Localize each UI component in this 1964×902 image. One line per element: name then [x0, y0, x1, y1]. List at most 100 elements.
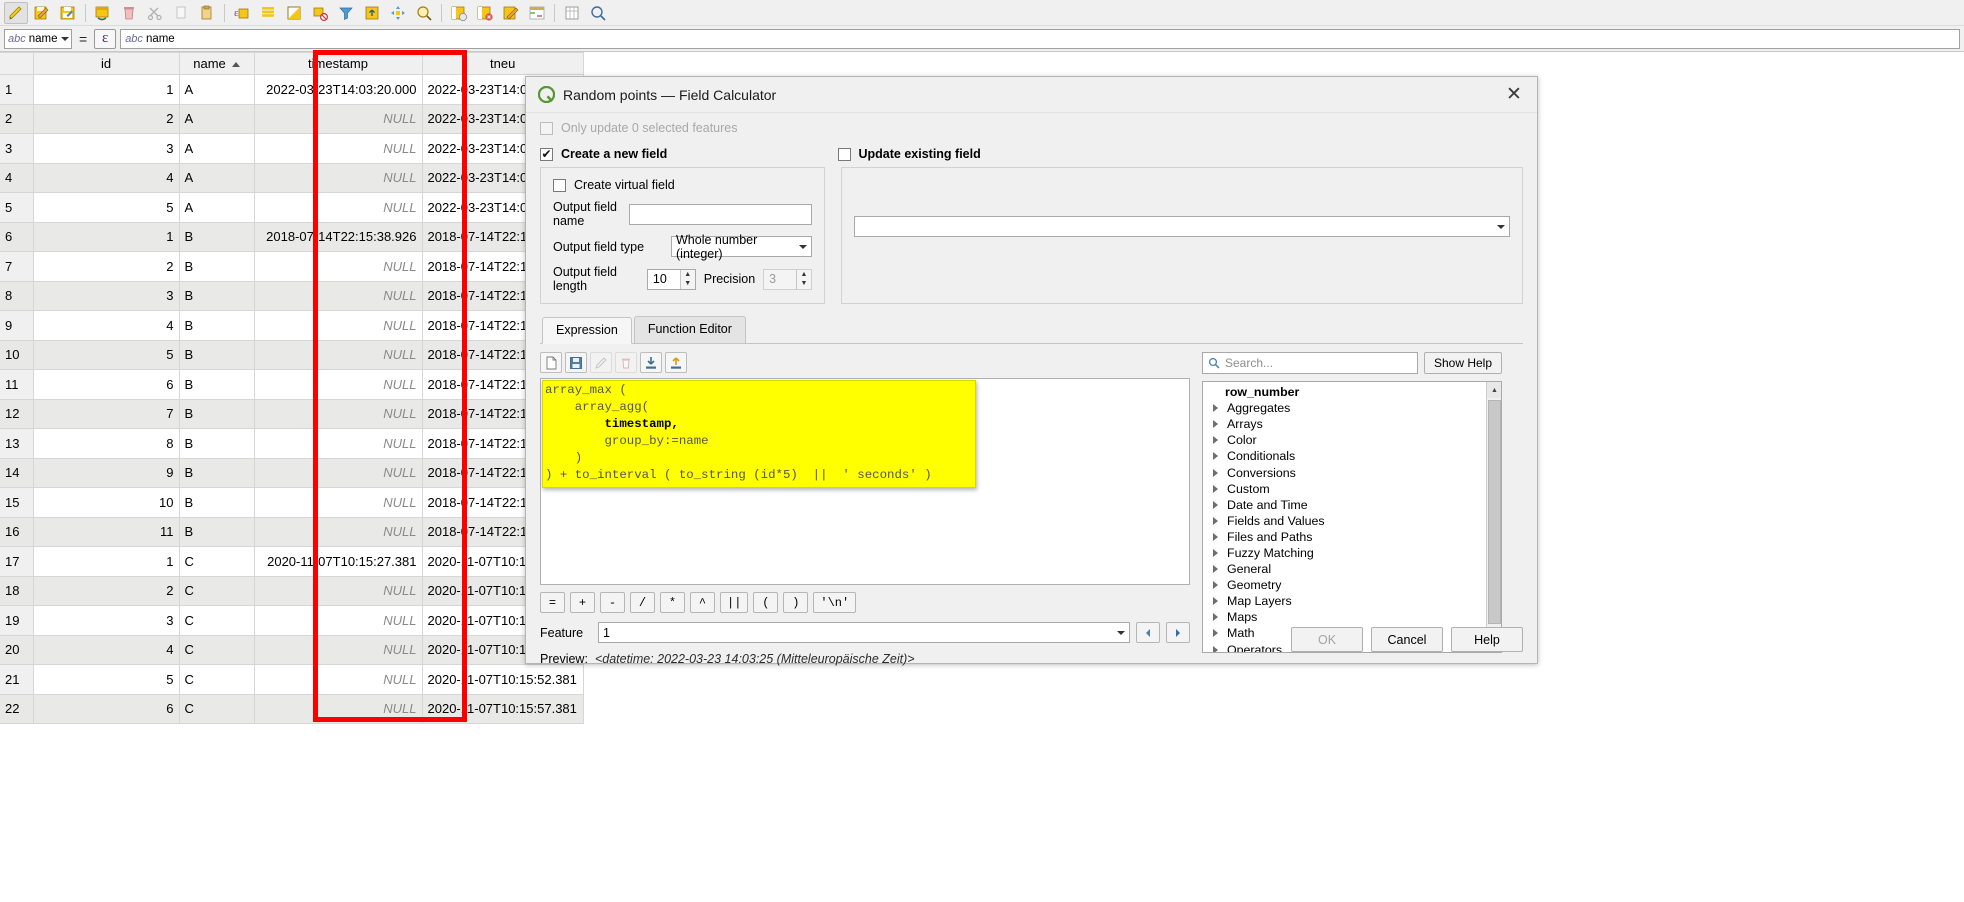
cell-timestamp[interactable]: NULL — [254, 340, 423, 370]
cell-timestamp[interactable]: NULL — [254, 310, 423, 341]
operator-button[interactable]: || — [720, 592, 749, 613]
function-list-item[interactable]: Aggregates — [1203, 400, 1501, 416]
search-input[interactable]: Search... — [1202, 352, 1418, 374]
table-row[interactable]: 5 5 A NULL 2022-03-23T14:03:45.000 — [0, 192, 584, 223]
toggle-editing-icon[interactable] — [4, 1, 28, 24]
cell-id[interactable]: 3 — [33, 281, 180, 311]
chevron-right-icon[interactable] — [1213, 436, 1218, 445]
cell-id[interactable]: 8 — [33, 428, 180, 459]
cell-id[interactable]: 11 — [33, 517, 180, 547]
table-row[interactable]: 15 10 B NULL 2018-07-14T22:16:28.926 — [0, 487, 584, 518]
cell-timestamp[interactable]: NULL — [254, 163, 423, 193]
cell-timestamp[interactable]: NULL — [254, 192, 423, 223]
paste-features-icon[interactable] — [195, 2, 219, 24]
cell-name[interactable]: B — [179, 487, 255, 518]
cell-name[interactable]: C — [179, 546, 255, 577]
create-new-field-row[interactable]: Create a new field — [540, 147, 822, 161]
scrollbar-thumb[interactable] — [1488, 400, 1501, 624]
chevron-right-icon[interactable] — [1213, 452, 1218, 461]
new-expression-file-icon[interactable] — [540, 352, 562, 373]
cell-id[interactable]: 3 — [33, 133, 180, 164]
chevron-right-icon[interactable] — [1213, 581, 1218, 590]
zoom-to-selected-icon[interactable] — [412, 2, 436, 24]
cell-name[interactable]: C — [179, 694, 255, 724]
operator-button[interactable]: ( — [753, 592, 779, 613]
function-list-item[interactable]: Files and Paths — [1203, 529, 1501, 545]
cell-name[interactable]: A — [179, 104, 255, 134]
cell-timestamp[interactable]: NULL — [254, 605, 423, 636]
cell-id[interactable]: 5 — [33, 192, 180, 223]
cell-timestamp[interactable]: NULL — [254, 517, 423, 547]
stepper-up-icon[interactable]: ▲ — [681, 270, 695, 280]
cell-timestamp[interactable]: NULL — [254, 635, 423, 665]
function-list-item[interactable]: Geometry — [1203, 577, 1501, 593]
operator-button[interactable]: '\n' — [813, 592, 857, 613]
close-icon[interactable]: ✕ — [1501, 82, 1527, 108]
scroll-up-icon[interactable]: ▲ — [1487, 382, 1501, 398]
help-button[interactable]: Help — [1451, 627, 1523, 652]
update-existing-field-row[interactable]: Update existing field — [837, 147, 1524, 161]
cell-name[interactable]: C — [179, 635, 255, 665]
cell-name[interactable]: B — [179, 399, 255, 429]
tab-expression[interactable]: Expression — [542, 317, 632, 344]
chevron-right-icon[interactable] — [1213, 484, 1218, 493]
chevron-right-icon[interactable] — [1213, 404, 1218, 413]
chevron-right-icon[interactable] — [1213, 516, 1218, 525]
cell-id[interactable]: 5 — [33, 664, 180, 695]
cell-id[interactable]: 1 — [33, 74, 180, 105]
table-row[interactable]: 22 6 C NULL 2020-11-07T10:15:57.381 — [0, 694, 584, 724]
conditional-formatting-icon[interactable] — [525, 2, 549, 24]
cell-timestamp[interactable]: NULL — [254, 251, 423, 282]
chevron-right-icon[interactable] — [1213, 645, 1218, 652]
dialog-title-bar[interactable]: Random points — Field Calculator ✕ — [526, 77, 1537, 113]
cell-timestamp[interactable]: NULL — [254, 487, 423, 518]
chevron-right-icon[interactable] — [1213, 420, 1218, 429]
operator-button[interactable]: + — [570, 592, 595, 613]
stepper-down-icon[interactable]: ▼ — [681, 279, 695, 289]
cut-features-icon[interactable] — [143, 2, 167, 24]
function-list-item[interactable]: Map Layers — [1203, 593, 1501, 609]
function-list-item[interactable]: Fields and Values — [1203, 513, 1501, 529]
cell-tneu[interactable]: 2020-11-07T10:15:52.381 — [422, 664, 584, 695]
cell-name[interactable]: B — [179, 369, 255, 400]
cell-name[interactable]: B — [179, 310, 255, 341]
cell-id[interactable]: 6 — [33, 694, 180, 724]
cell-id[interactable]: 2 — [33, 104, 180, 134]
function-list-scrollbar[interactable]: ▲ ▼ — [1486, 382, 1501, 652]
column-header-id[interactable]: id — [33, 52, 180, 75]
table-row[interactable]: 20 4 C NULL 2020-11-07T10:15:47.381 — [0, 635, 584, 665]
cell-id[interactable]: 5 — [33, 340, 180, 370]
cell-id[interactable]: 7 — [33, 399, 180, 429]
chevron-right-icon[interactable] — [1213, 548, 1218, 557]
function-list-item[interactable]: row_number — [1203, 384, 1501, 400]
operator-button[interactable]: * — [660, 592, 685, 613]
pan-map-to-selected-icon[interactable] — [386, 2, 410, 24]
operator-button[interactable]: ^ — [690, 592, 715, 613]
cell-timestamp[interactable]: NULL — [254, 399, 423, 429]
function-list[interactable]: row_number Aggregates Arrays Color Condition… — [1202, 381, 1502, 653]
cell-name[interactable]: C — [179, 576, 255, 606]
new-field-icon[interactable] — [447, 2, 471, 24]
expression-text-editor[interactable]: array_max ( array_agg( timestamp, group_… — [540, 378, 1190, 585]
show-help-button[interactable]: Show Help — [1423, 352, 1502, 374]
filter-features-icon[interactable] — [334, 2, 358, 24]
save-expression-icon[interactable] — [565, 352, 587, 373]
cell-name[interactable]: B — [179, 428, 255, 459]
table-row[interactable]: 12 7 B NULL 2018-07-14T22:16:13.926 — [0, 399, 584, 429]
reload-table-icon[interactable] — [91, 2, 115, 24]
chevron-right-icon[interactable] — [1213, 597, 1218, 606]
save-edits-icon[interactable] — [30, 2, 54, 24]
cell-name[interactable]: B — [179, 222, 255, 252]
cell-name[interactable]: A — [179, 192, 255, 223]
expression-builder-button[interactable]: ε — [94, 28, 117, 49]
table-row[interactable]: 6 1 B 2018-07-14T22:15:38.926 2018-07-14T22:… — [0, 222, 584, 252]
organize-columns-icon[interactable] — [560, 2, 584, 24]
function-list-item[interactable]: Conditionals — [1203, 448, 1501, 464]
cell-id[interactable]: 3 — [33, 605, 180, 636]
function-list-item[interactable]: Arrays — [1203, 416, 1501, 432]
create-virtual-field-checkbox[interactable] — [553, 178, 566, 192]
function-list-item[interactable]: General — [1203, 561, 1501, 577]
table-row[interactable]: 8 3 B NULL 2018-07-14T22:15:53.926 — [0, 281, 584, 311]
table-row[interactable]: 18 2 C NULL 2020-11-07T10:15:37.381 — [0, 576, 584, 606]
cell-timestamp[interactable]: NULL — [254, 458, 423, 488]
